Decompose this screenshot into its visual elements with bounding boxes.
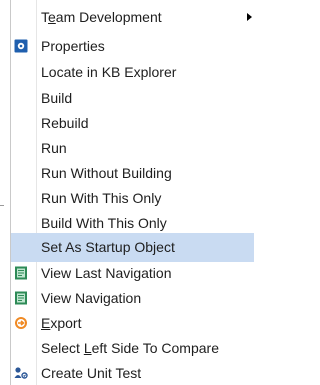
menu-item-label: Locate in KB Explorer [41, 64, 177, 80]
menu-item-locate-in-kb-explorer[interactable]: Locate in KB Explorer [11, 60, 254, 84]
menu-item-label: Team Development [41, 9, 162, 25]
menu-item-run-with-this-only[interactable]: Run With This Only [11, 186, 254, 210]
menu-item-label: Create Unit Test [41, 365, 142, 381]
menu-item-export[interactable]: Export [11, 311, 254, 335]
navigation-report-icon [14, 266, 28, 280]
menu-item-label: Set As Startup Object [41, 239, 175, 255]
menu-item-build-with-this-only[interactable]: Build With This Only [11, 211, 254, 235]
menu-item-set-as-startup-object[interactable]: Set As Startup Object [11, 233, 254, 262]
menu-item-label: Run Without Building [41, 165, 172, 181]
menu-item-run[interactable]: Run [11, 136, 254, 160]
menu-item-label: Run With This Only [41, 190, 162, 206]
menu-item-label: Rebuild [41, 115, 89, 131]
context-menu: Team Development Properties Locate in KB… [11, 0, 254, 385]
menu-item-view-navigation[interactable]: View Navigation [11, 286, 254, 310]
navigation-report-icon [14, 291, 28, 305]
unit-test-icon [14, 366, 28, 380]
menu-item-label: Export [41, 315, 82, 331]
export-icon [14, 316, 28, 330]
menu-item-label: Select Left Side To Compare [41, 340, 219, 356]
menu-item-run-without-building[interactable]: Run Without Building [11, 161, 254, 185]
properties-icon [14, 39, 28, 53]
menu-item-select-left-side-to-compare[interactable]: Select Left Side To Compare [11, 336, 254, 360]
menu-item-label: Build With This Only [41, 215, 167, 231]
menu-item-label: View Last Navigation [41, 265, 172, 281]
menu-item-properties[interactable]: Properties [11, 34, 254, 58]
menu-item-build[interactable]: Build [11, 86, 254, 110]
menu-item-create-unit-test[interactable]: Create Unit Test [11, 361, 254, 385]
menu-item-view-last-navigation[interactable]: View Last Navigation [11, 261, 254, 285]
screenshot-canvas: Team Development Properties Locate in KB… [0, 0, 254, 385]
menu-item-rebuild[interactable]: Rebuild [11, 111, 254, 135]
menu-item-label: Properties [41, 38, 105, 54]
menu-item-label: View Navigation [41, 290, 142, 306]
menu-item-label: Run [41, 140, 67, 156]
editor-tick-mark [0, 205, 4, 206]
submenu-arrow-icon [247, 13, 252, 21]
menu-item-team-development[interactable]: Team Development [11, 5, 254, 29]
menu-item-label: Build [41, 90, 73, 106]
